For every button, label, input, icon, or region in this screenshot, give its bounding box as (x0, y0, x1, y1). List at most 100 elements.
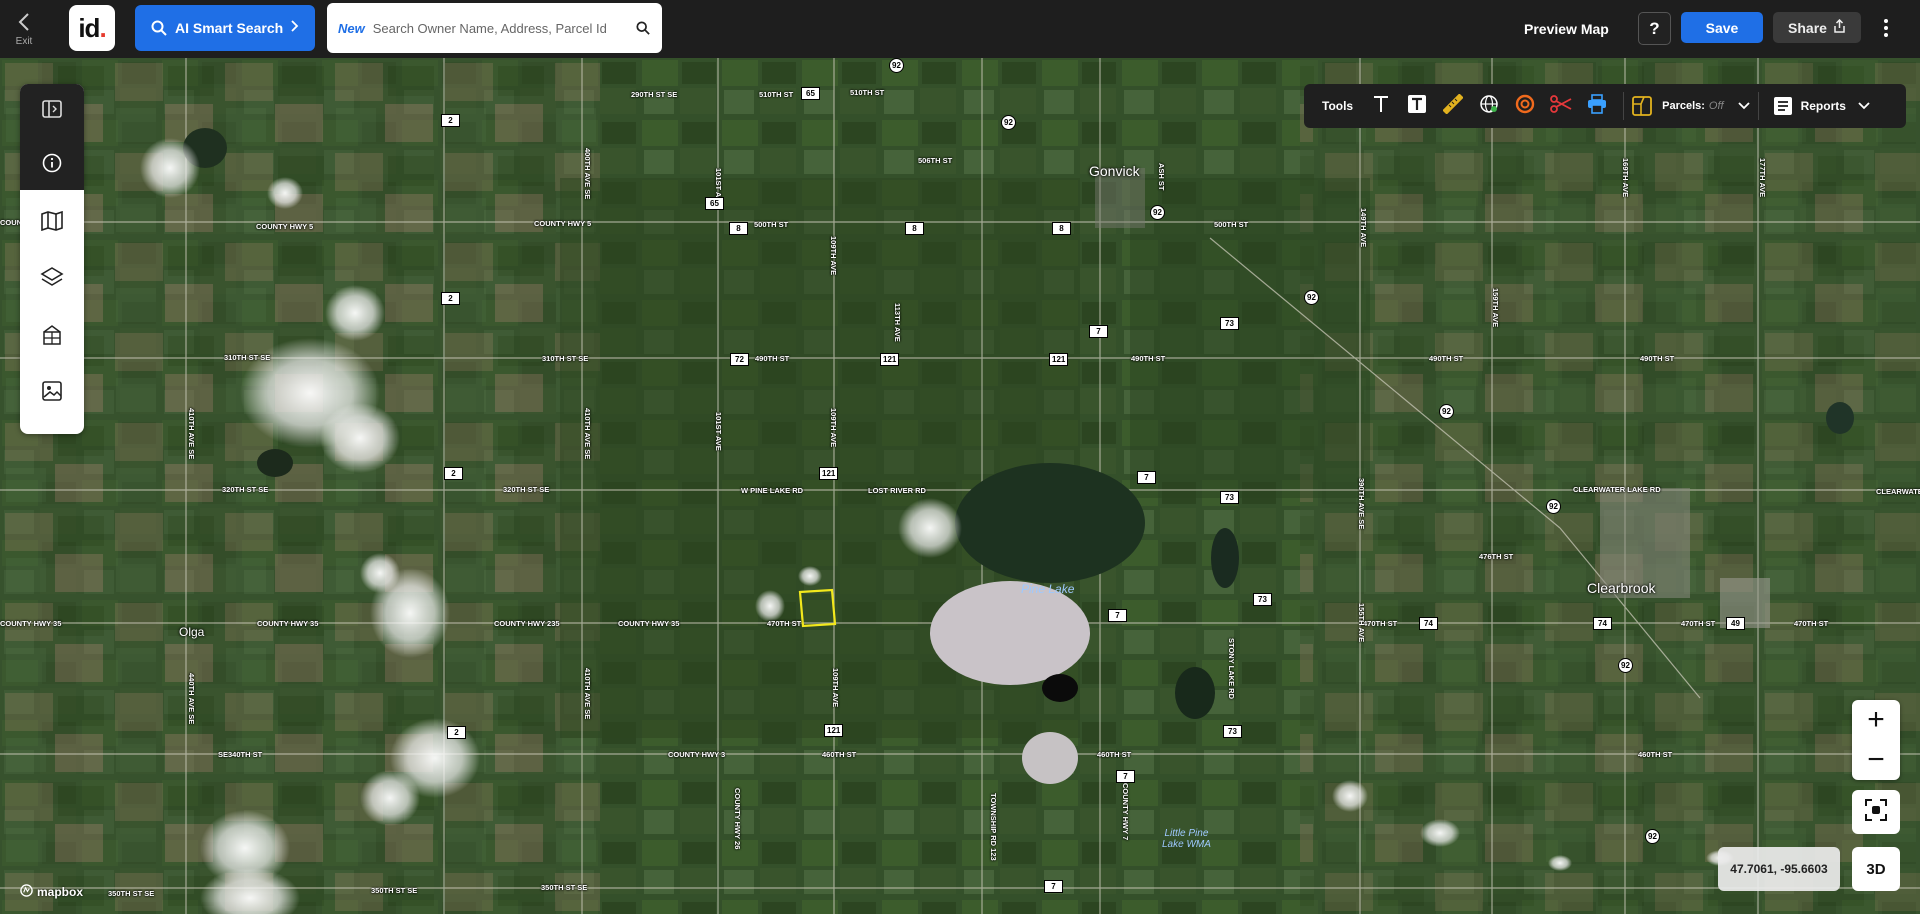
share-button[interactable]: Share (1773, 12, 1861, 43)
highway-shield: 92 (1645, 829, 1660, 844)
road-label: CLEARWATER (1876, 487, 1920, 496)
highway-shield: 121 (1049, 353, 1069, 366)
print-tool-button[interactable] (1579, 88, 1615, 124)
road-label: 109TH AVE (829, 408, 838, 448)
3d-toggle-button[interactable]: 3D (1852, 847, 1900, 891)
image-button[interactable] (20, 366, 84, 420)
search-input[interactable] (370, 19, 635, 37)
highway-shield: 92 (1546, 499, 1561, 514)
road-label: STONY LAKE RD (1227, 638, 1236, 699)
road-label: LOST RIVER RD (868, 486, 926, 495)
road-label: 490TH ST (1640, 354, 1675, 363)
preview-map-button[interactable]: Preview Map (1524, 0, 1609, 58)
exit-button[interactable]: Exit (0, 0, 48, 58)
road-label: 101ST AVE (714, 412, 723, 451)
road-label: 470TH ST (1794, 619, 1829, 628)
highway-shield: 74 (1593, 617, 1612, 630)
road-label: COUNTY HWY 235 (494, 619, 560, 628)
mapbox-label: mapbox (37, 885, 84, 899)
share-icon (1833, 18, 1846, 36)
road-label: 320TH ST SE (222, 485, 269, 494)
highway-shield: 7 (1116, 770, 1135, 783)
road-label: COUNTY HWY 7 (1121, 783, 1130, 841)
save-button[interactable]: Save (1681, 12, 1763, 43)
info-icon (42, 153, 62, 178)
highway-shield: 92 (889, 58, 904, 73)
logo[interactable]: id. (69, 5, 115, 51)
zoom-out-button[interactable]: − (1852, 740, 1900, 780)
road-label: 310TH ST SE (542, 354, 589, 363)
highway-shield: 7 (1089, 325, 1108, 338)
new-badge: New (338, 20, 365, 36)
map-button[interactable] (20, 196, 84, 250)
scissors-tool-button[interactable] (1543, 88, 1579, 124)
measure-tool-button[interactable] (1435, 88, 1471, 124)
road-label: CLEARWATER LAKE RD (1573, 485, 1661, 494)
buildings-button[interactable] (20, 310, 84, 364)
ai-smart-search-button[interactable]: AI Smart Search (135, 5, 315, 51)
wma-label: Little Pine Lake WMA (1162, 828, 1211, 850)
reports-label: Reports (1800, 99, 1846, 113)
highway-shield: 49 (1726, 617, 1745, 630)
highway-shield: 2 (447, 726, 466, 739)
chevron-down-icon (1858, 102, 1870, 110)
mapbox-attribution[interactable]: mapbox (20, 884, 83, 900)
road-label: 310TH ST SE (224, 353, 271, 362)
text-box-tool-button[interactable] (1399, 88, 1435, 124)
help-button[interactable]: ? (1638, 12, 1671, 45)
road-label: 510TH ST (850, 88, 885, 97)
road-label: W PINE LAKE RD (741, 486, 804, 495)
highway-shield: 2 (441, 292, 460, 305)
town-label: Clearbrook (1587, 580, 1656, 596)
exit-label: Exit (15, 35, 33, 47)
highway-shield: 72 (730, 353, 749, 366)
highway-shield: 8 (729, 222, 748, 235)
zoom-in-button[interactable]: + (1852, 700, 1900, 740)
road-label: 490TH ST (755, 354, 790, 363)
more-menu-icon[interactable] (1876, 12, 1896, 43)
road-label: 470TH ST (1681, 619, 1716, 628)
text-tool-button[interactable] (1363, 88, 1399, 124)
toggle-panel-button[interactable] (20, 84, 84, 138)
satellite-map[interactable]: Gonvick Clearbrook Olga Pine Lake Little… (0, 58, 1920, 914)
buildings-icon (41, 324, 63, 351)
road-label: 410TH AVE SE (583, 668, 592, 720)
radius-tool-button[interactable] (1507, 88, 1543, 124)
road-label: COUNTY HWY 5 (534, 219, 592, 228)
parcels-toggle[interactable]: Parcels: Off (1632, 96, 1750, 116)
highway-shield: 7 (1108, 609, 1127, 622)
highway-shield: 121 (880, 353, 900, 366)
search-icon (151, 20, 167, 36)
road-label: 320TH ST SE (503, 485, 550, 494)
info-button[interactable] (20, 138, 84, 192)
road-label: 109TH AVE (829, 236, 838, 276)
road-label: 149TH AVE (1359, 208, 1368, 248)
road-label: 109TH AVE (831, 668, 840, 708)
tools-title: Tools (1322, 99, 1354, 113)
map-icon (41, 210, 63, 236)
layers-icon (40, 266, 64, 293)
road-label: 410TH AVE SE (583, 408, 592, 460)
toggle-panel-icon (42, 99, 62, 123)
search-icon[interactable] (636, 21, 650, 35)
road-label: 470TH ST (767, 619, 802, 628)
parcels-icon (1632, 96, 1653, 116)
lake-label: Pine Lake (1021, 582, 1075, 596)
town-label: Gonvick (1089, 163, 1140, 179)
road-label: 350TH ST SE (108, 889, 155, 898)
road-label: 470TH ST (1363, 619, 1398, 628)
highway-shield: 65 (705, 197, 724, 210)
reports-dropdown[interactable]: Reports (1773, 96, 1870, 116)
road-label: 490TH ST (1429, 354, 1464, 363)
fit-bounds-button[interactable] (1852, 790, 1900, 834)
globe-tool-button[interactable] (1471, 88, 1507, 124)
highway-shield: 92 (1304, 290, 1319, 305)
highway-shield: 2 (441, 114, 460, 127)
road-label: COUNTY HWY 3 (668, 750, 726, 759)
radius-icon (1515, 94, 1535, 119)
road-label: 460TH ST (1638, 750, 1673, 759)
highway-shield: 74 (1419, 617, 1438, 630)
layers-button[interactable] (20, 252, 84, 306)
search-bar[interactable]: New (327, 3, 662, 53)
fit-bounds-icon (1865, 798, 1887, 826)
